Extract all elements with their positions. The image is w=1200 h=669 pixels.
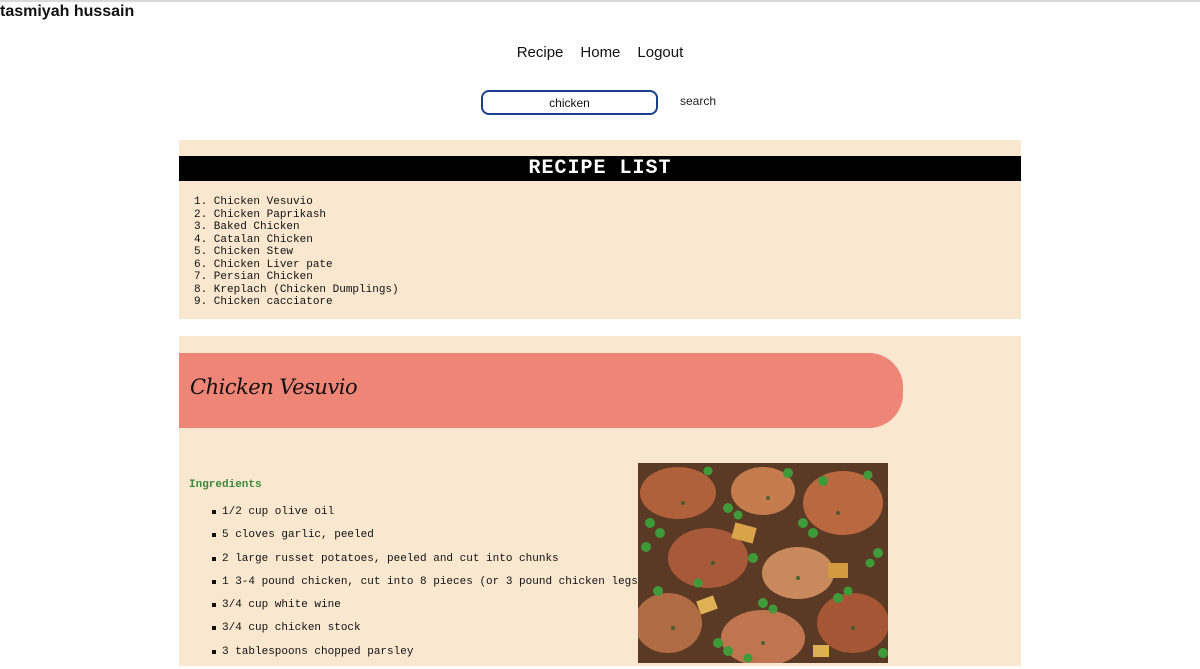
recipe-list-item[interactable]: 9. Chicken cacciatore [194, 296, 399, 309]
ingredient-list: 1/2 cup olive oil 5 cloves garlic, peele… [212, 506, 644, 669]
ingredient-item: 3/4 cup chicken stock [212, 622, 644, 645]
recipe-photo [638, 463, 888, 663]
recipe-list: 1. Chicken Vesuvio 2. Chicken Paprikash … [194, 196, 399, 309]
ingredient-item: 5 cloves garlic, peeled [212, 529, 644, 552]
ingredient-item: 2 large russet potatoes, peeled and cut … [212, 553, 644, 576]
search-input[interactable] [481, 90, 658, 115]
search-button[interactable]: search [680, 94, 716, 108]
recipe-detail-panel: Chicken Vesuvio Ingredients 1/2 cup oliv… [179, 336, 1021, 666]
ingredients-heading: Ingredients [189, 479, 262, 491]
ingredient-item: 1 3-4 pound chicken, cut into 8 pieces (… [212, 576, 644, 599]
top-divider [0, 0, 1200, 2]
nav-logout-link[interactable]: Logout [637, 44, 683, 61]
nav-home-link[interactable]: Home [580, 44, 620, 61]
recipe-list-panel: RECIPE LIST 1. Chicken Vesuvio 2. Chicke… [179, 140, 1021, 319]
main-nav: Recipe Home Logout [0, 44, 1200, 61]
recipe-list-item[interactable]: 8. Kreplach (Chicken Dumplings) [194, 284, 399, 297]
recipe-list-heading: RECIPE LIST [179, 156, 1021, 181]
ingredient-item: 1/2 cup olive oil [212, 506, 644, 529]
recipe-title-banner: Chicken Vesuvio [179, 353, 903, 428]
recipe-list-item[interactable]: 1. Chicken Vesuvio [194, 196, 399, 209]
recipe-list-item[interactable]: 5. Chicken Stew [194, 246, 399, 259]
ingredient-item: 3/4 cup white wine [212, 599, 644, 622]
recipe-list-item[interactable]: 6. Chicken Liver pate [194, 259, 399, 272]
user-name: tasmiyah hussain [0, 3, 135, 20]
recipe-list-item[interactable]: 3. Baked Chicken [194, 221, 399, 234]
recipe-list-item[interactable]: 4. Catalan Chicken [194, 234, 399, 247]
nav-recipe-link[interactable]: Recipe [517, 44, 564, 61]
recipe-title: Chicken Vesuvio [190, 375, 358, 399]
ingredient-item: 3 tablespoons chopped parsley [212, 646, 644, 669]
recipe-list-item[interactable]: 7. Persian Chicken [194, 271, 399, 284]
recipe-list-item[interactable]: 2. Chicken Paprikash [194, 209, 399, 222]
